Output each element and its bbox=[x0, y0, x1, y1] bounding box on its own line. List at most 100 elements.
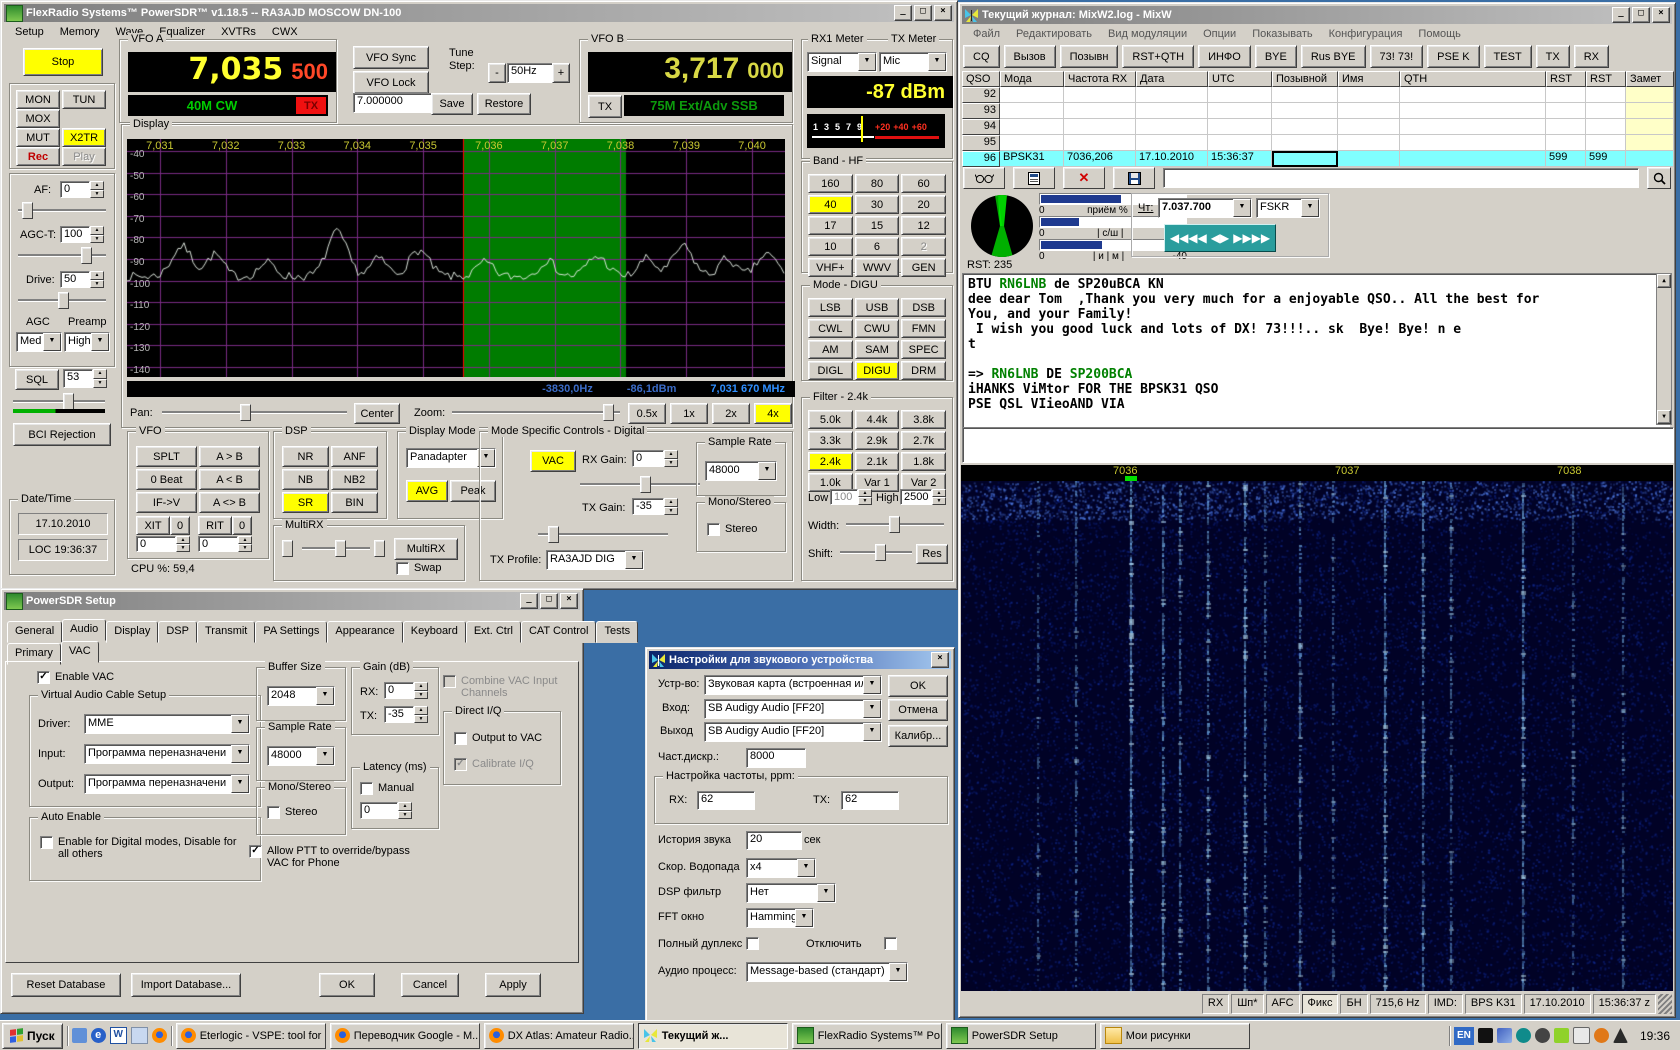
step-fine-arrows[interactable]: ◀▶ bbox=[1211, 231, 1229, 245]
setup-cancel-button[interactable]: Cancel bbox=[401, 973, 459, 997]
drive-slider[interactable] bbox=[18, 292, 106, 308]
setup-tab[interactable]: CAT Control bbox=[521, 621, 597, 643]
mode-button[interactable]: DRM bbox=[901, 361, 946, 380]
ppm-rx-input[interactable]: 62 bbox=[697, 791, 755, 810]
setup-tab[interactable]: Keyboard bbox=[403, 621, 466, 643]
status-item[interactable]: 17.10.2010 bbox=[1524, 994, 1591, 1014]
setup-tab[interactable]: DSP bbox=[158, 621, 197, 643]
vfo-op-button[interactable]: IF->V bbox=[136, 492, 197, 513]
setup-tab[interactable]: General bbox=[7, 621, 62, 643]
dsp-button[interactable]: NR bbox=[282, 446, 329, 467]
tray-icon[interactable] bbox=[1573, 1027, 1590, 1044]
rx-meter-select[interactable]: Signal▼ bbox=[807, 52, 877, 72]
tray-icon[interactable] bbox=[1535, 1028, 1550, 1043]
filter-high-spinner[interactable]: 2500▲▼ bbox=[900, 489, 946, 505]
setup-sample-rate-select[interactable]: 48000▼ bbox=[267, 746, 335, 766]
filter-low-spinner[interactable]: 100▲▼ bbox=[830, 489, 872, 505]
taskbar-task-eterlogic[interactable]: Eterlogic - VSPE: tool for ... bbox=[176, 1023, 326, 1049]
macro-button[interactable]: Rus BYE bbox=[1301, 45, 1366, 68]
log-column-header[interactable]: Частота RX bbox=[1064, 71, 1136, 87]
status-item[interactable]: IMD: bbox=[1428, 994, 1463, 1014]
combine-vac-checkbox[interactable]: Combine VAC Input Channels bbox=[443, 675, 559, 699]
log-row[interactable]: 92 bbox=[962, 87, 1674, 103]
band-button[interactable]: 30 bbox=[855, 195, 900, 214]
log-column-header[interactable]: Замет bbox=[1626, 71, 1674, 87]
band-button[interactable]: 160 bbox=[808, 174, 853, 193]
tx-gain-spinner[interactable]: -35▲▼ bbox=[632, 498, 678, 515]
band-button[interactable]: 80 bbox=[855, 174, 900, 193]
macro-button[interactable]: CQ bbox=[963, 45, 1000, 68]
start-button[interactable]: Пуск bbox=[2, 1023, 63, 1049]
af-slider[interactable] bbox=[18, 202, 106, 218]
fft-window-select[interactable]: Hamming▼ bbox=[746, 908, 814, 928]
resize-grip[interactable] bbox=[1658, 994, 1672, 1014]
macro-button[interactable]: RST+QTH bbox=[1122, 45, 1194, 68]
close-icon[interactable]: × bbox=[934, 5, 952, 21]
af-spinner[interactable]: 0▲▼ bbox=[60, 181, 104, 198]
log-callsign-cell[interactable] bbox=[1272, 151, 1338, 167]
tray-icon[interactable] bbox=[1594, 1028, 1609, 1043]
vfo-op-button[interactable]: 0 Beat bbox=[136, 469, 197, 490]
rit-button[interactable]: RIT bbox=[198, 516, 232, 535]
firefox-icon[interactable] bbox=[152, 1028, 167, 1043]
band-button[interactable]: 6 bbox=[855, 237, 900, 256]
agct-slider[interactable] bbox=[18, 247, 106, 263]
sound-output-select[interactable]: SB Audigy Audio [FF20]▼ bbox=[704, 722, 882, 742]
rx-gain-spinner[interactable]: 0▲▼ bbox=[632, 450, 678, 467]
macro-button[interactable]: BYE bbox=[1255, 45, 1297, 68]
setup-tab[interactable]: Display bbox=[106, 621, 158, 643]
panadapter[interactable]: 7,0317,0327,0337,0347,0357,0367,0377,038… bbox=[127, 139, 785, 377]
play-button[interactable]: Play bbox=[62, 147, 106, 166]
mode-button[interactable]: AM bbox=[808, 340, 853, 359]
stereo-checkbox[interactable]: Stereo bbox=[707, 523, 757, 536]
log-row[interactable]: 95 bbox=[962, 135, 1674, 151]
maximize-icon[interactable]: □ bbox=[914, 5, 932, 21]
zoom-slider[interactable] bbox=[452, 404, 620, 420]
disable-checkbox[interactable] bbox=[884, 937, 897, 950]
enable-vac-checkbox[interactable]: Enable VAC bbox=[37, 671, 114, 684]
band-button[interactable]: 10 bbox=[808, 237, 853, 256]
sound-input-select[interactable]: SB Audigy Audio [FF20]▼ bbox=[704, 699, 882, 719]
rec-button[interactable]: Rec bbox=[16, 147, 60, 166]
mode-button[interactable]: LSB bbox=[808, 298, 853, 317]
menu-item[interactable]: Memory bbox=[52, 24, 108, 40]
zoom-preset-button[interactable]: 4x bbox=[754, 403, 792, 424]
close-icon[interactable]: × bbox=[1652, 7, 1670, 23]
band-button[interactable]: 12 bbox=[901, 216, 946, 235]
vfo-op-button[interactable]: A < B bbox=[199, 469, 260, 490]
sql-button[interactable]: SQL bbox=[15, 369, 59, 390]
step-up-arrows[interactable]: ▶▶▶▶ bbox=[1233, 231, 1270, 245]
log-column-header[interactable]: QTH bbox=[1400, 71, 1546, 87]
calibrate-button[interactable]: Калибр... bbox=[888, 725, 948, 747]
input-select[interactable]: Программа переназначени▼ bbox=[84, 744, 250, 764]
tray-icon[interactable] bbox=[1554, 1028, 1569, 1043]
close-icon[interactable]: × bbox=[931, 652, 949, 668]
log-row[interactable]: 94 bbox=[962, 119, 1674, 135]
swap-checkbox[interactable]: Swap bbox=[396, 562, 442, 575]
tx-gain-slider[interactable] bbox=[538, 526, 668, 542]
setup-subtab[interactable]: VAC bbox=[61, 641, 99, 663]
vfo-op-button[interactable]: SPLT bbox=[136, 446, 197, 467]
mode-button[interactable]: CWU bbox=[855, 319, 900, 338]
dsp-button[interactable]: BIN bbox=[331, 492, 378, 513]
multirx-gain-slider[interactable] bbox=[302, 540, 370, 556]
rx-freq-select[interactable]: 7.037.700▼ bbox=[1158, 198, 1252, 218]
filter-reset-button[interactable]: Res bbox=[916, 544, 948, 564]
vfo-lock-button[interactable]: VFO Lock bbox=[353, 71, 429, 94]
save-button[interactable]: Save bbox=[431, 93, 473, 115]
gain-rx-spinner[interactable]: 0▲▼ bbox=[384, 682, 428, 699]
setup-tab[interactable]: PA Settings bbox=[255, 621, 327, 643]
filter-button[interactable]: 2.7k bbox=[901, 431, 946, 450]
memory-freq-input[interactable]: 7.000000 bbox=[353, 93, 433, 113]
filter-width-slider[interactable] bbox=[846, 516, 944, 532]
preamp-select[interactable]: High▼ bbox=[64, 332, 110, 352]
status-item[interactable]: AFC bbox=[1266, 994, 1300, 1014]
xit-zero-button[interactable]: 0 bbox=[170, 516, 190, 535]
close-icon[interactable]: × bbox=[560, 593, 578, 609]
agct-spinner[interactable]: 100▲▼ bbox=[60, 226, 104, 243]
macro-button[interactable]: ИНФО bbox=[1198, 45, 1251, 68]
zoom-preset-button[interactable]: 1x bbox=[670, 403, 708, 424]
dsp-button[interactable]: NB2 bbox=[331, 469, 378, 490]
menu-item[interactable]: CWX bbox=[264, 24, 306, 40]
log-column-header[interactable]: Имя bbox=[1338, 71, 1400, 87]
